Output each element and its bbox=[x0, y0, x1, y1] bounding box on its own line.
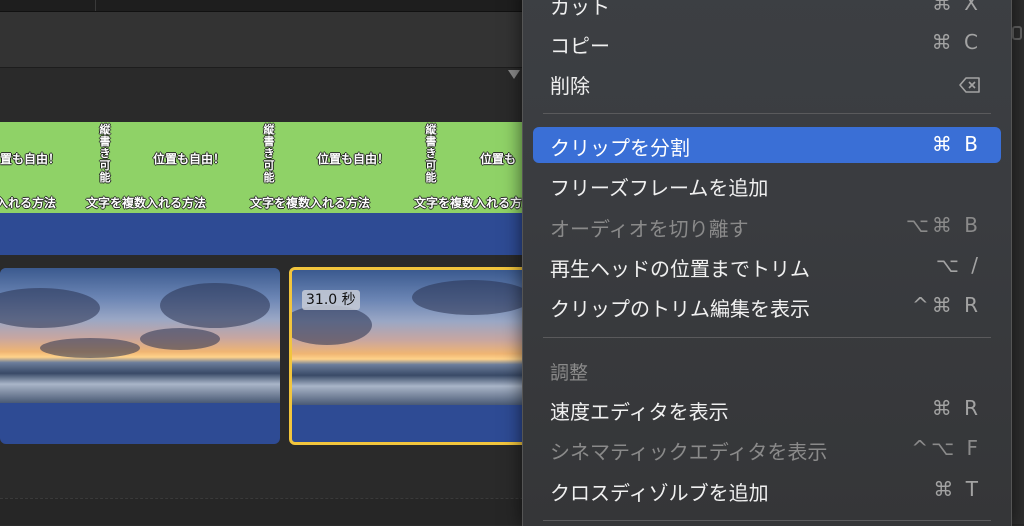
title-vertical-text: 縦書き可能 bbox=[263, 123, 275, 184]
menu-item-delete[interactable]: 削除 bbox=[533, 65, 1001, 101]
skimmer-marker-icon[interactable] bbox=[508, 70, 520, 79]
title-vertical-text: 縦書き可能 bbox=[425, 123, 437, 184]
menu-item-shortcut: ⌥ / bbox=[935, 253, 981, 277]
menu-item-show-trim-editor[interactable]: クリップのトリム編集を表示 ^⌘ R bbox=[533, 288, 1001, 324]
menu-separator bbox=[543, 113, 991, 114]
title-vertical-text: 縦書き可能 bbox=[99, 123, 111, 184]
menu-item-shortcut: ⌘ B bbox=[931, 132, 981, 156]
title-horizontal-text: 置も自由！ bbox=[0, 152, 61, 166]
menu-item-label: クロスディゾルブを追加 bbox=[550, 481, 769, 505]
title-bottom-text: 文字を複数入れる方法 bbox=[414, 196, 535, 210]
clip-duration-badge: 31.0 秒 bbox=[302, 290, 360, 310]
menu-item-freeze-frame[interactable]: フリーズフレームを追加 bbox=[533, 167, 1001, 203]
side-panel-edge bbox=[1010, 0, 1024, 524]
context-menu: カット ⌘ X コピー ⌘ C 削除 クリップを分割 ⌘ B フリーズフレームを… bbox=[522, 0, 1012, 526]
menu-item-speed-editor[interactable]: 速度エディタを表示 ⌘ R bbox=[533, 391, 1001, 427]
delete-key-icon bbox=[959, 74, 981, 98]
menu-item-shortcut: ^⌥ F bbox=[911, 436, 981, 460]
title-clip[interactable]: 置も自由！ 入れる方法 bbox=[0, 122, 78, 214]
video-clip[interactable] bbox=[0, 268, 280, 444]
title-clip[interactable]: 縦書き可能 位置も自由！ 文字を複数入れる方法 bbox=[78, 122, 242, 214]
menu-item-copy[interactable]: コピー ⌘ C bbox=[533, 25, 1001, 61]
clip-thumbnail bbox=[0, 268, 150, 403]
menu-item-detach-audio[interactable]: オーディオを切り離す ⌥⌘ B bbox=[533, 208, 1001, 244]
title-bottom-text: 入れる方法 bbox=[0, 196, 57, 210]
menu-item-shortcut: ⌘ C bbox=[931, 30, 981, 54]
menu-item-label: カット bbox=[550, 0, 610, 19]
menu-item-label: 再生ヘッドの位置までトリム bbox=[550, 257, 810, 281]
menu-item-shortcut: ⌘ T bbox=[933, 477, 981, 501]
menu-item-trim-to-playhead[interactable]: 再生ヘッドの位置までトリム ⌥ / bbox=[533, 248, 1001, 284]
clip-thumbnail bbox=[140, 268, 280, 403]
menu-item-label: シネマティックエディタを表示 bbox=[550, 440, 828, 464]
menu-item-shortcut: ⌥⌘ B bbox=[905, 213, 981, 237]
menu-item-shortcut: ⌘ R bbox=[931, 396, 981, 420]
selected-video-clip[interactable]: 31.0 秒 bbox=[289, 267, 529, 445]
menu-item-split-clip[interactable]: クリップを分割 ⌘ B bbox=[533, 127, 1001, 163]
menu-item-shortcut: ⌘ X bbox=[931, 0, 981, 15]
menu-item-cinematic-editor[interactable]: シネマティックエディタを表示 ^⌥ F bbox=[533, 431, 1001, 467]
menu-item-cut[interactable]: カット ⌘ X bbox=[533, 0, 1001, 22]
menu-item-label: 速度エディタを表示 bbox=[550, 400, 729, 424]
menu-separator bbox=[543, 337, 991, 338]
panel-icon[interactable] bbox=[1012, 26, 1022, 40]
menu-item-label: コピー bbox=[550, 34, 610, 58]
menu-item-label: 削除 bbox=[550, 74, 590, 98]
menu-item-label: オーディオを切り離す bbox=[550, 217, 749, 241]
menu-item-label: フリーズフレームを追加 bbox=[550, 176, 769, 200]
title-bottom-text: 文字を複数入れる方法 bbox=[86, 196, 207, 210]
toolbar-divider bbox=[95, 0, 96, 11]
title-horizontal-text: 位置も自由！ bbox=[317, 152, 390, 166]
title-horizontal-text: 位置も自由！ bbox=[153, 152, 226, 166]
title-bottom-text: 文字を複数入れる方法 bbox=[250, 196, 371, 210]
menu-item-shortcut: ^⌘ R bbox=[911, 293, 981, 317]
menu-item-cross-dissolve[interactable]: クロスディゾルブを追加 ⌘ T bbox=[533, 472, 1001, 508]
menu-item-label: クリップを分割 bbox=[550, 136, 690, 160]
title-horizontal-text: 位置も bbox=[480, 152, 517, 166]
menu-separator bbox=[543, 520, 991, 521]
menu-section-header: 調整 bbox=[550, 362, 589, 384]
menu-item-label: クリップのトリム編集を表示 bbox=[550, 297, 810, 321]
title-clip[interactable]: 縦書き可能 位置も自由！ 文字を複数入れる方法 bbox=[242, 122, 406, 214]
